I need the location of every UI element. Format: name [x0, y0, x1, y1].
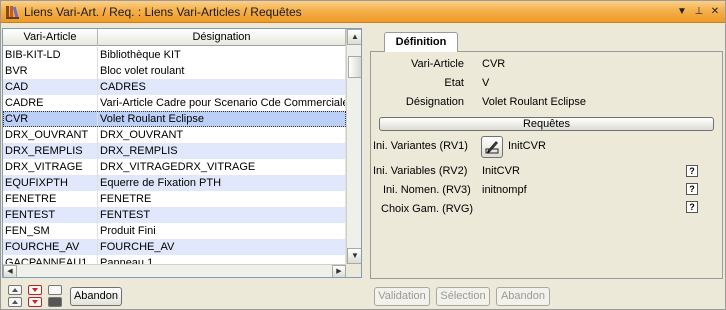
selection-button[interactable]: Sélection — [436, 287, 490, 306]
etat-label: Etat — [444, 77, 464, 89]
cell-designation: CADRES — [98, 79, 346, 95]
pin-icon[interactable]: ⊥ — [692, 5, 706, 19]
scroll-up-icon[interactable]: ▲ — [347, 29, 361, 45]
validation-button[interactable]: Validation — [374, 287, 430, 306]
rv2-value: InitCVR — [482, 165, 520, 177]
table-row[interactable]: FOURCHE_AV FOURCHE_AV — [3, 239, 346, 255]
cell-designation: Volet Roulant Eclipse — [98, 111, 346, 127]
window-title: Liens Vari-Art. / Req. : Liens Vari-Arti… — [24, 5, 302, 19]
dropdown-arrow-icon[interactable]: ▼ — [675, 5, 689, 19]
table-row[interactable]: FEN_SM Produit Fini — [3, 223, 346, 239]
requetes-button[interactable]: Requêtes — [379, 117, 714, 131]
close-icon[interactable]: ✕ — [708, 5, 722, 19]
vertical-scrollbar[interactable]: ▲ ▼ — [346, 29, 361, 264]
abandon-button-right[interactable]: Abandon — [496, 287, 550, 306]
etat-value: V — [482, 77, 490, 89]
rv3-label: Ini. Nomen. (RV3) — [383, 184, 471, 196]
column-header-vari-article[interactable]: Vari-Article — [3, 29, 98, 46]
cell-designation: DRX_VITRAGEDRX_VITRAGE — [98, 159, 346, 175]
table-row[interactable]: CAD CADRES — [3, 79, 346, 95]
rv3-value: initnompf — [482, 184, 527, 196]
table-row-selected[interactable]: CVR Volet Roulant Eclipse — [3, 111, 346, 127]
cell-vari-article: FENETRE — [3, 191, 98, 207]
app-icon — [6, 6, 19, 19]
rv1-value: InitCVR — [508, 140, 546, 152]
nav-first-up-icon[interactable] — [8, 285, 22, 295]
cell-designation: Produit Fini — [98, 223, 346, 239]
cell-vari-article: FENTEST — [3, 207, 98, 223]
cell-vari-article: CAD — [3, 79, 98, 95]
title-bar: Liens Vari-Art. / Req. : Liens Vari-Arti… — [1, 1, 725, 23]
cell-vari-article: GACPANNEAU1 — [3, 255, 98, 264]
abandon-button-left[interactable]: Abandon — [70, 287, 122, 306]
scroll-thumb[interactable] — [348, 56, 361, 78]
column-header-designation[interactable]: Désignation — [98, 29, 346, 46]
nav-delete-icon[interactable] — [28, 297, 42, 307]
rv2-help-icon[interactable]: ? — [686, 165, 698, 177]
cell-vari-article: EQUFIXPTH — [3, 175, 98, 191]
scroll-corner — [346, 264, 361, 277]
table-row[interactable]: FENTEST FENTEST — [3, 207, 346, 223]
cell-designation: DRX_REMPLIS — [98, 143, 346, 159]
cell-designation: Vari-Article Cadre pour Scenario Cde Com… — [100, 95, 346, 111]
cell-vari-article: BVR — [3, 63, 98, 79]
definition-panel: Vari-Article CVR Etat V Désignation Vole… — [370, 51, 723, 279]
nav-add-icon[interactable] — [28, 285, 42, 295]
scroll-down-icon[interactable]: ▼ — [347, 248, 361, 264]
cell-vari-article: CADRE — [3, 95, 98, 111]
table-row[interactable]: BVR Bloc volet roulant — [3, 63, 346, 79]
rv1-label: Ini. Variantes (RV1) — [373, 140, 468, 152]
nav-up-icon[interactable] — [8, 297, 22, 307]
cell-vari-article: DRX_REMPLIS — [3, 143, 98, 159]
cell-designation: Bibliothèque KIT — [98, 47, 346, 63]
cell-vari-article: DRX_VITRAGE — [3, 159, 98, 175]
cell-designation: FOURCHE_AV — [98, 239, 346, 255]
vari-article-label: Vari-Article — [411, 58, 464, 70]
nav-last-icon[interactable] — [48, 297, 62, 307]
cell-vari-article: FOURCHE_AV — [3, 239, 98, 255]
table-row[interactable]: BIB-KIT-LD Bibliothèque KIT — [3, 47, 346, 63]
cell-vari-article: DRX_OUVRANT — [3, 127, 98, 143]
horizontal-scrollbar[interactable]: ◀ ▶ — [3, 264, 346, 277]
designation-label: Désignation — [405, 96, 464, 108]
vari-article-grid[interactable]: Vari-Article Désignation BIB-KIT-LD Bibli… — [2, 28, 362, 278]
scroll-right-icon[interactable]: ▶ — [332, 265, 346, 277]
cell-vari-article: FEN_SM — [3, 223, 98, 239]
rv3-help-icon[interactable]: ? — [686, 183, 698, 195]
rvg-label: Choix Gam. (RVG) — [381, 203, 474, 215]
tab-definition[interactable]: Définition — [384, 32, 458, 52]
cell-designation: DRX_OUVRANT — [98, 127, 346, 143]
table-row[interactable]: DRX_VITRAGE DRX_VITRAGEDRX_VITRAGE — [3, 159, 346, 175]
table-row[interactable]: GACPANNEAU1 Panneau 1 — [3, 255, 346, 264]
pen-edit-icon — [485, 141, 499, 154]
grid-header: Vari-Article Désignation — [3, 29, 346, 46]
cell-vari-article: BIB-KIT-LD — [3, 47, 98, 63]
cell-designation: FENTEST — [98, 207, 346, 223]
nav-blank-icon[interactable] — [48, 285, 62, 295]
grid-body: BIB-KIT-LD Bibliothèque KIT BVR Bloc volet… — [3, 47, 346, 264]
cell-vari-article: CVR — [3, 111, 98, 127]
table-row[interactable]: FENETRE FENETRE — [3, 191, 346, 207]
cell-designation: Equerre de Fixation PTH — [98, 175, 346, 191]
cell-designation: Panneau 1 — [98, 255, 346, 264]
cell-designation: FENETRE — [98, 191, 346, 207]
cell-designation: Bloc volet roulant — [98, 63, 346, 79]
designation-value: Volet Roulant Eclipse — [482, 96, 586, 108]
rv2-label: Ini. Variables (RV2) — [373, 165, 468, 177]
table-row[interactable]: DRX_OUVRANT DRX_OUVRANT — [3, 127, 346, 143]
rvg-help-icon[interactable]: ? — [686, 201, 698, 213]
scroll-left-icon[interactable]: ◀ — [3, 265, 17, 277]
table-row[interactable]: EQUFIXPTH Equerre de Fixation PTH — [3, 175, 346, 191]
table-row[interactable]: DRX_REMPLIS DRX_REMPLIS — [3, 143, 346, 159]
vari-article-value: CVR — [482, 58, 506, 70]
rv1-edit-button[interactable] — [481, 136, 503, 158]
main-window: Liens Vari-Art. / Req. : Liens Vari-Arti… — [0, 0, 726, 310]
table-row[interactable]: CADRE Vari-Article Cadre pour Scenario Cd… — [3, 95, 346, 111]
